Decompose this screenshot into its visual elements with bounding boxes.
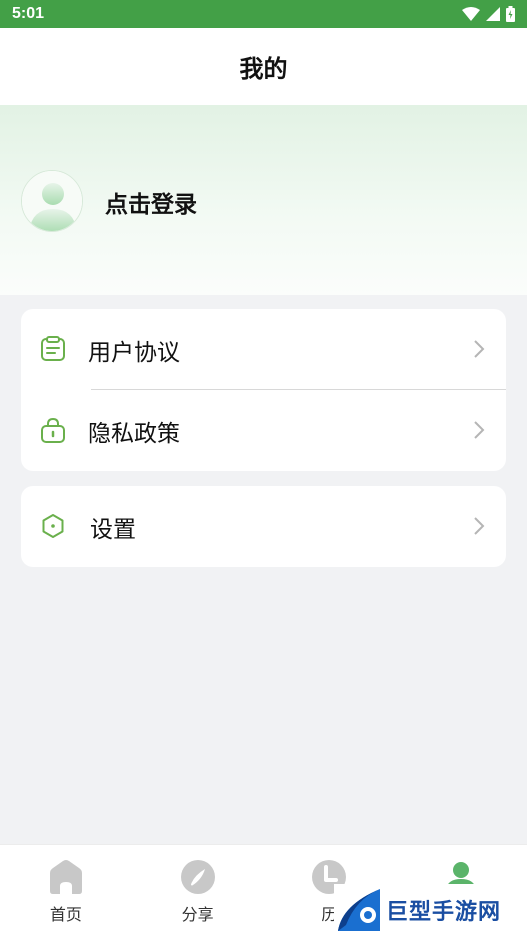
lock-icon xyxy=(41,417,65,443)
wifi-icon xyxy=(462,7,480,21)
watermark-logo-icon xyxy=(338,889,380,931)
page-title: 我的 xyxy=(239,55,288,83)
watermark-text: 巨型手游网 xyxy=(386,900,502,925)
status-time: 5:01 xyxy=(12,5,45,22)
document-icon xyxy=(41,336,65,361)
menu-card-settings: 设置 xyxy=(21,486,506,567)
nav-label-home: 首页 xyxy=(49,905,82,924)
home-icon xyxy=(49,860,82,894)
battery-icon xyxy=(506,6,515,22)
menu-card-agreements: 用户协议 隐私政策 xyxy=(21,309,506,471)
menu-item-privacy-policy[interactable]: 隐私政策 xyxy=(21,390,506,471)
menu-label-user-agreement: 用户协议 xyxy=(88,339,180,366)
menu-label-settings: 设置 xyxy=(90,516,136,543)
settings-hexagon-icon xyxy=(42,514,64,538)
status-bar: 5:01 xyxy=(0,0,527,28)
user-avatar-icon[interactable] xyxy=(21,170,83,232)
nav-tab-home[interactable]: 首页 xyxy=(0,845,132,936)
chevron-right-icon xyxy=(474,340,485,358)
nav-label-share: 分享 xyxy=(181,905,214,924)
title-bar: 我的 xyxy=(0,28,527,105)
login-link[interactable]: 点击登录 xyxy=(105,185,197,219)
menu-item-settings[interactable]: 设置 xyxy=(21,486,506,567)
chevron-right-icon xyxy=(474,517,485,535)
nav-tab-share[interactable]: 分享 xyxy=(132,845,264,936)
menu-item-user-agreement[interactable]: 用户协议 xyxy=(21,309,506,390)
menu-label-privacy-policy: 隐私政策 xyxy=(88,420,180,447)
profile-panel[interactable]: 点击登录 xyxy=(0,105,527,295)
chevron-right-icon xyxy=(474,421,485,439)
watermark: 巨型手游网 xyxy=(334,884,527,936)
compass-icon xyxy=(180,860,215,894)
status-icons xyxy=(462,6,515,22)
signal-icon xyxy=(486,7,500,21)
